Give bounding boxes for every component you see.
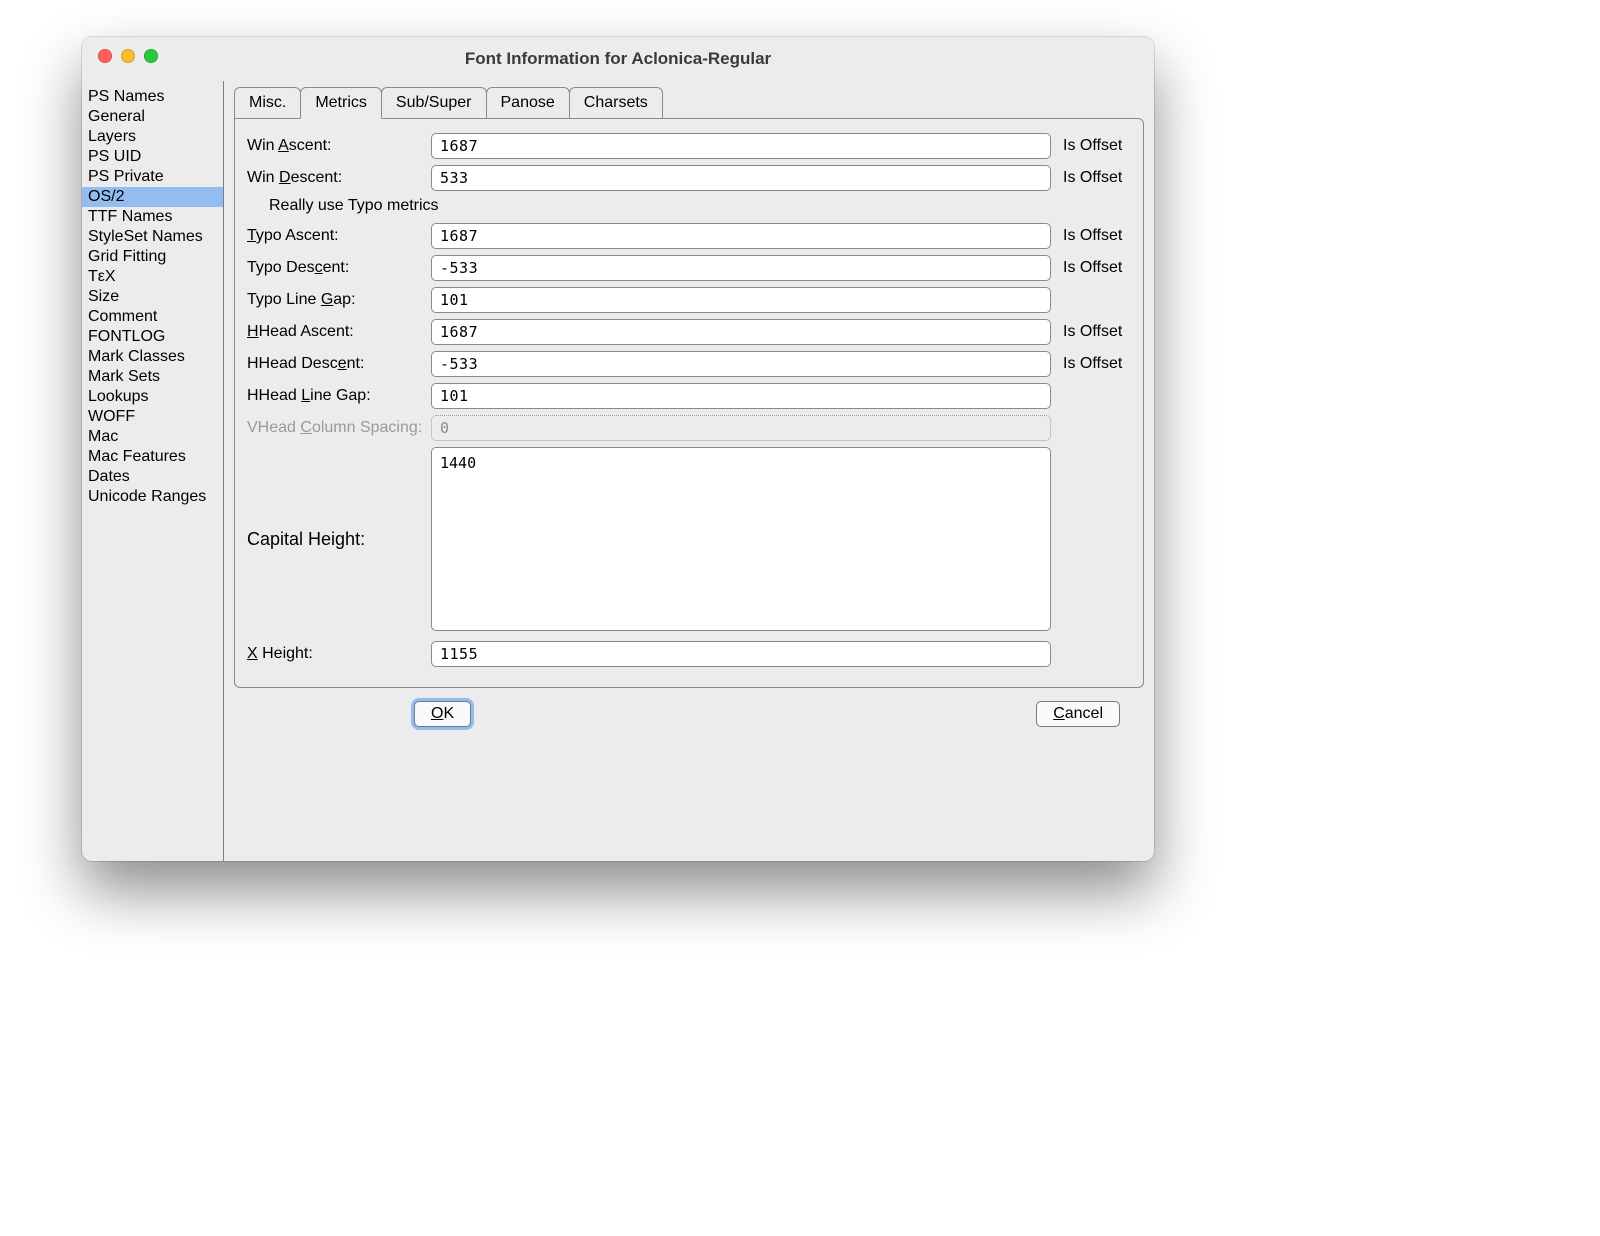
tab[interactable]: Panose [486,87,570,119]
minimize-icon[interactable] [121,49,135,63]
typo-ascent-offset-label[interactable]: Is Offset [1055,227,1131,245]
win-descent-offset-label[interactable]: Is Offset [1055,169,1131,187]
x-height-label: X Height: [247,645,427,663]
x-height-input[interactable] [431,641,1051,667]
ok-button[interactable]: OK [414,701,471,727]
win-ascent-input[interactable] [431,133,1051,159]
sidebar-item[interactable]: Unicode Ranges [82,487,223,507]
sidebar-item[interactable]: General [82,107,223,127]
really-use-typo-checkbox[interactable]: Really use Typo metrics [247,197,1131,215]
window-controls [98,49,158,63]
metrics-panel: Win Ascent: Is Offset Win Descent: Is Of… [234,118,1144,688]
sidebar-item[interactable]: OS/2 [82,187,223,207]
zoom-icon[interactable] [144,49,158,63]
win-descent-label: Win Descent: [247,169,427,187]
window-title: Font Information for Aclonica-Regular [465,49,771,69]
typo-descent-input[interactable] [431,255,1051,281]
dialog-footer: OK Cancel [234,688,1144,740]
vhead-colspacing-input [431,415,1051,441]
hhead-linegap-input[interactable] [431,383,1051,409]
typo-ascent-input[interactable] [431,223,1051,249]
hhead-descent-label: HHead Descent: [247,355,427,373]
tab-bar: Misc.MetricsSub/SuperPanoseCharsets [234,87,1144,119]
capital-height-input[interactable]: 1440 [431,447,1051,631]
tab[interactable]: Charsets [569,87,663,119]
typo-linegap-label: Typo Line Gap: [247,291,427,309]
win-ascent-offset-label[interactable]: Is Offset [1055,137,1131,155]
sidebar-item[interactable]: StyleSet Names [82,227,223,247]
hhead-ascent-offset-label[interactable]: Is Offset [1055,323,1131,341]
sidebar-item[interactable]: Mac [82,427,223,447]
sidebar-item[interactable]: Size [82,287,223,307]
hhead-ascent-label: HHead Ascent: [247,323,427,341]
main-panel: Misc.MetricsSub/SuperPanoseCharsets Win … [224,81,1154,861]
close-icon[interactable] [98,49,112,63]
hhead-descent-offset-label[interactable]: Is Offset [1055,355,1131,373]
typo-descent-label: Typo Descent: [247,259,427,277]
sidebar-item[interactable]: Grid Fitting [82,247,223,267]
hhead-ascent-input[interactable] [431,319,1051,345]
tab[interactable]: Misc. [234,87,301,119]
vhead-colspacing-label: VHead Column Spacing: [247,419,427,437]
sidebar-item[interactable]: PS Private [82,167,223,187]
sidebar-item[interactable]: Lookups [82,387,223,407]
tab[interactable]: Metrics [300,87,382,119]
dialog-window: Font Information for Aclonica-Regular PS… [82,37,1154,861]
capital-height-label: Capital Height: [247,529,427,550]
hhead-linegap-label: HHead Line Gap: [247,387,427,405]
sidebar-item[interactable]: Mac Features [82,447,223,467]
sidebar-item[interactable]: Mark Classes [82,347,223,367]
sidebar-item[interactable]: PS Names [82,87,223,107]
sidebar-item[interactable]: PS UID [82,147,223,167]
sidebar-item[interactable]: Comment [82,307,223,327]
sidebar-item[interactable]: WOFF [82,407,223,427]
cancel-button[interactable]: Cancel [1036,701,1120,727]
sidebar-item[interactable]: Mark Sets [82,367,223,387]
typo-linegap-input[interactable] [431,287,1051,313]
tab[interactable]: Sub/Super [381,87,487,119]
titlebar: Font Information for Aclonica-Regular [82,37,1154,81]
sidebar-item[interactable]: FONTLOG [82,327,223,347]
sidebar-item[interactable]: Layers [82,127,223,147]
hhead-descent-input[interactable] [431,351,1051,377]
typo-descent-offset-label[interactable]: Is Offset [1055,259,1131,277]
sidebar-item[interactable]: Dates [82,467,223,487]
sidebar-item[interactable]: TTF Names [82,207,223,227]
sidebar-item[interactable]: TεX [82,267,223,287]
category-sidebar: PS NamesGeneralLayersPS UIDPS PrivateOS/… [82,81,224,861]
typo-ascent-label: Typo Ascent: [247,227,427,245]
win-ascent-label: Win Ascent: [247,137,427,155]
win-descent-input[interactable] [431,165,1051,191]
